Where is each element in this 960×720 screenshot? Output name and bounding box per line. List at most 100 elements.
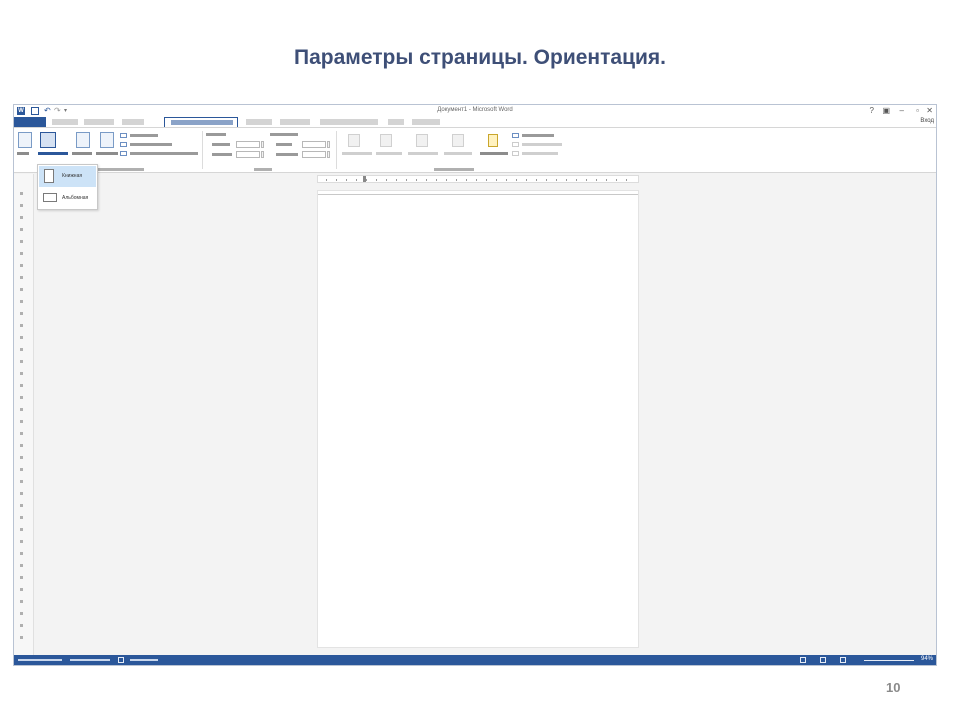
ribbon-display-options-icon[interactable]: ▣ [882,106,890,115]
send-backward-icon[interactable] [452,134,464,147]
read-mode-icon[interactable] [800,657,806,663]
columns-button[interactable] [96,152,118,155]
ruler-tick [20,312,23,315]
arrange-group-caption [434,168,474,171]
margins-icon[interactable] [18,132,32,148]
user-account[interactable]: Вход [920,118,934,124]
tab-insert[interactable] [84,119,114,125]
language-status[interactable] [130,659,158,661]
columns-icon[interactable] [100,132,114,148]
wrap-text-button[interactable] [376,152,402,155]
spacing-before-label [276,143,292,146]
orientation-icon[interactable] [40,132,56,148]
align-button[interactable] [522,134,554,137]
zoom-level[interactable]: 94% [921,656,933,662]
indent-left-spinner[interactable] [261,141,264,148]
ruler-tick [486,179,487,181]
ruler-tick [20,348,23,351]
title-bar: W ↶ ↷ ▾ Документ1 - Microsoft Word ? ▣ –… [14,105,936,117]
group-objects-button[interactable] [522,143,562,146]
ruler-tick [556,179,557,181]
size-button[interactable] [72,152,92,155]
bring-forward-button[interactable] [408,152,438,155]
ruler-tick [20,204,23,207]
word-count-status[interactable] [70,659,110,661]
zoom-slider[interactable] [864,660,914,661]
slide-number: 10 [886,680,901,695]
indent-right-input[interactable] [236,151,260,158]
tab-design[interactable] [122,119,144,125]
restore-icon[interactable]: ▫ [916,106,919,115]
horizontal-ruler [317,175,639,183]
print-layout-icon[interactable] [820,657,826,663]
breaks-button[interactable] [130,134,158,137]
spacing-after-input[interactable] [302,151,326,158]
proofing-icon[interactable] [118,657,124,663]
rotate-button[interactable] [522,152,558,155]
ruler-tick [466,179,467,181]
line-numbers-icon[interactable] [120,142,127,147]
bring-forward-icon[interactable] [416,134,428,147]
ruler-tick [436,179,437,181]
ruler-tick [476,179,477,181]
size-icon[interactable] [76,132,90,148]
orientation-button[interactable] [38,152,68,155]
ruler-tick [536,179,537,181]
tab-references[interactable] [246,119,272,125]
help-icon[interactable]: ? [870,106,874,115]
indent-right-spinner[interactable] [261,151,264,158]
orientation-landscape-label: Альбомная [62,195,89,201]
line-numbers-button[interactable] [130,143,172,146]
web-layout-icon[interactable] [840,657,846,663]
ruler-tick [626,179,627,181]
ruler-tick [20,552,23,555]
hyphenation-button[interactable] [130,152,198,155]
selection-pane-button[interactable] [480,152,508,155]
tab-home[interactable] [52,119,78,125]
selection-pane-icon[interactable] [488,134,498,147]
spacing-before-input[interactable] [302,141,326,148]
page-header-line [318,194,638,195]
status-bar: 94% [14,655,936,665]
indent-left-input[interactable] [236,141,260,148]
ruler-tick [20,264,23,267]
ruler-tick [20,516,23,519]
page-count-status[interactable] [18,659,62,661]
ruler-tick [20,432,23,435]
orientation-dropdown: Книжная Альбомная [37,164,98,210]
tab-view[interactable] [388,119,404,125]
ruler-tick [516,179,517,181]
position-icon[interactable] [348,134,360,147]
wrap-text-icon[interactable] [380,134,392,147]
document-page[interactable] [317,190,639,648]
ruler-tick [20,492,23,495]
ruler-tick [20,216,23,219]
position-button[interactable] [342,152,372,155]
tab-page-layout[interactable] [164,117,238,127]
rotate-icon[interactable] [512,151,519,156]
ruler-tick [546,179,547,181]
close-icon[interactable]: ✕ [926,106,933,115]
orientation-landscape-item[interactable]: Альбомная [39,188,96,209]
ruler-tick [20,396,23,399]
tab-mailings[interactable] [280,119,310,125]
tab-review[interactable] [320,119,378,125]
send-backward-button[interactable] [444,152,472,155]
spacing-before-spinner[interactable] [327,141,330,148]
tab-addins[interactable] [412,119,440,125]
portrait-page-icon [44,169,54,183]
ruler-tick [20,456,23,459]
margins-button[interactable] [17,152,29,155]
vertical-ruler [14,174,34,655]
group-objects-icon[interactable] [512,142,519,147]
ruler-tick [326,179,327,181]
hyphenation-icon[interactable] [120,151,127,156]
orientation-portrait-item[interactable]: Книжная [39,166,96,187]
breaks-icon[interactable] [120,133,127,138]
spacing-after-spinner[interactable] [327,151,330,158]
align-icon[interactable] [512,133,519,138]
tab-file[interactable] [14,117,46,127]
ruler-tick [20,588,23,591]
ruler-tick [20,192,23,195]
minimize-icon[interactable]: – [900,106,904,115]
